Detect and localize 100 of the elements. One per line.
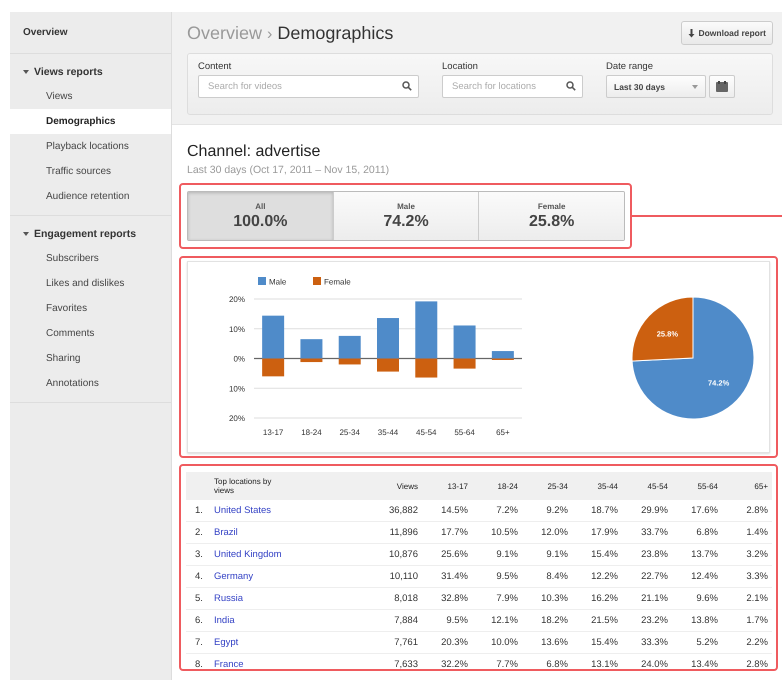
axis-category-label: 55-64: [454, 428, 475, 437]
rank-number: 6.: [186, 610, 214, 632]
table-cell: 29.9%: [622, 500, 672, 522]
table-cell: 22.7%: [622, 566, 672, 588]
location-link[interactable]: France: [214, 659, 244, 669]
table-cell: 16.2%: [572, 588, 622, 610]
gender-tab[interactable]: All 100.0%: [188, 192, 333, 240]
sidebar-item[interactable]: Views: [10, 84, 171, 109]
expand-icon[interactable]: [23, 232, 29, 236]
date-range-text: Last 30 days (Oct 17, 2011 – Nov 15, 2011): [187, 164, 390, 176]
location-link[interactable]: United Kingdom: [214, 549, 282, 560]
location-link[interactable]: Egypt: [214, 637, 238, 648]
table-cell: 33.7%: [622, 522, 672, 544]
table-cell: 14.5%: [422, 500, 472, 522]
table-cell: 15.4%: [572, 544, 622, 566]
table-cell: 20.3%: [422, 632, 472, 654]
sidebar-item[interactable]: Playback locations: [10, 134, 171, 159]
table-cell: 13.7%: [672, 544, 722, 566]
page-title: Demographics: [277, 22, 394, 44]
location-link[interactable]: United States: [214, 505, 272, 516]
sidebar-group-label[interactable]: Views reports: [34, 66, 103, 78]
column-header: Views: [374, 472, 422, 500]
table-cell: 9.5%: [472, 566, 522, 588]
search-field[interactable]: Search for videos: [198, 75, 419, 98]
sidebar-item[interactable]: Likes and dislikes: [10, 271, 171, 296]
search-icon[interactable]: [566, 81, 576, 91]
table-cell: 18.2%: [522, 610, 572, 632]
sidebar-item[interactable]: Sharing: [10, 346, 171, 371]
table-cell: 1.7%: [722, 610, 772, 632]
tab-value: 74.2%: [383, 212, 429, 230]
search-icon[interactable]: [402, 81, 412, 91]
table-cell: 9.6%: [672, 588, 722, 610]
gender-tab[interactable]: Female 25.8%: [478, 192, 624, 240]
table-cell: 2.2%: [722, 632, 772, 654]
axis-category-label: 65+: [496, 428, 510, 437]
table-cell: 33.3%: [622, 632, 672, 654]
sidebar-item[interactable]: Audience retention: [10, 184, 171, 209]
table-cell: 12.4%: [672, 566, 722, 588]
table-cell: 9.1%: [522, 544, 572, 566]
date-range-dropdown[interactable]: Last 30 days: [606, 75, 706, 98]
sidebar-item[interactable]: Subscribers: [10, 246, 171, 271]
axis-category-label: 18-24: [301, 428, 322, 437]
sidebar-item[interactable]: Favorites: [10, 296, 171, 321]
table-cell: 17.6%: [672, 500, 722, 522]
table-cell: 31.4%: [422, 566, 472, 588]
tab-value: 25.8%: [528, 212, 574, 230]
caret-icon: [692, 84, 698, 88]
table-cell: 21.5%: [572, 610, 622, 632]
table-cell: 12.1%: [472, 610, 522, 632]
table-cell: 10.3%: [522, 588, 572, 610]
table-cell: 17.7%: [422, 522, 472, 544]
column-header: 55-64: [672, 472, 722, 500]
sidebar-item[interactable]: Annotations: [10, 371, 171, 396]
table-cell: 13.6%: [522, 632, 572, 654]
table-cell: 3.2%: [722, 544, 772, 566]
table-cell: 7.2%: [472, 500, 522, 522]
tab-value: 100.0%: [233, 212, 288, 230]
location-link[interactable]: Russia: [214, 593, 244, 604]
table-cell: 15.4%: [572, 632, 622, 654]
table-cell: 12.0%: [522, 522, 572, 544]
download-report-button[interactable]: Download report: [681, 21, 773, 45]
table-cell: 24.0%: [622, 654, 672, 669]
location-link[interactable]: Germany: [214, 571, 254, 582]
legend-item: Female: [313, 277, 351, 286]
table-cell: 7.7%: [472, 654, 522, 669]
search-field[interactable]: Search for locations: [442, 75, 583, 98]
axis-tick-label: 20%: [228, 414, 245, 423]
gender-tab[interactable]: Male 74.2%: [332, 192, 478, 240]
rank-number: 3.: [186, 544, 214, 566]
location-link[interactable]: India: [214, 615, 235, 626]
location-link[interactable]: Brazil: [214, 527, 238, 538]
rank-number: 7.: [186, 632, 214, 654]
field-label: Date range: [606, 61, 654, 72]
sidebar-item[interactable]: Overview: [10, 12, 171, 54]
legend-label: Male: [269, 278, 287, 286]
sidebar-item[interactable]: Demographics: [10, 109, 171, 134]
tab-label: Male: [397, 202, 415, 210]
table-cell: 11,896: [374, 522, 422, 544]
table-cell: 2.1%: [722, 588, 772, 610]
table-cell: 5.2%: [672, 632, 722, 654]
calendar-button[interactable]: [709, 75, 735, 98]
column-header: 25-34: [522, 472, 572, 500]
table-cell: 7,884: [374, 610, 422, 632]
expand-icon[interactable]: [23, 70, 29, 74]
download-icon: [688, 28, 696, 38]
axis-tick-label: 10%: [228, 324, 245, 334]
table-cell: 8,018: [374, 588, 422, 610]
table-cell: 32.2%: [422, 654, 472, 669]
sidebar-item[interactable]: Traffic sources: [10, 159, 171, 184]
channel-title: Channel: advertise: [187, 142, 322, 162]
sidebar-group-label[interactable]: Engagement reports: [34, 228, 136, 240]
table-cell: 7,633: [374, 654, 422, 669]
table-cell: 3.3%: [722, 566, 772, 588]
column-header: Top locations by views: [214, 472, 374, 500]
table-cell: 32.8%: [422, 588, 472, 610]
table-cell: 1.4%: [722, 522, 772, 544]
sidebar-item[interactable]: Comments: [10, 321, 171, 346]
table-cell: 21.1%: [622, 588, 672, 610]
column-header: 35-44: [572, 472, 622, 500]
legend-item: Male: [258, 277, 286, 286]
